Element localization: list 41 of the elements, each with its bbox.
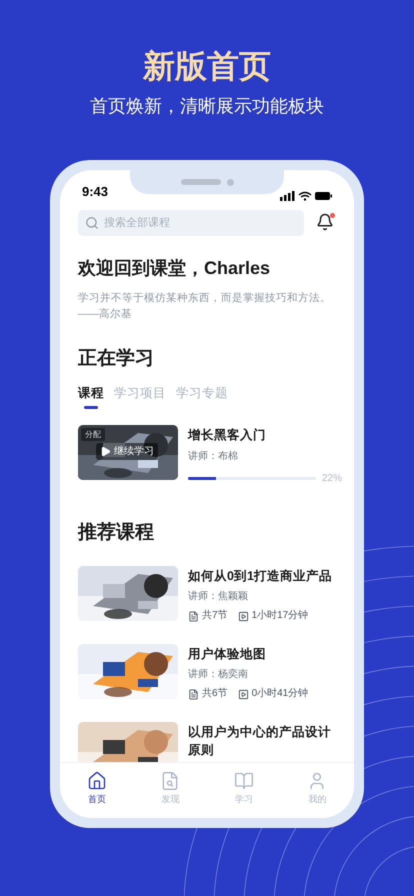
instructor-name: 讲师：布棉: [188, 450, 239, 464]
continue-label: 继续学习: [114, 444, 154, 459]
tab-bar-item[interactable]: 首页: [86, 771, 107, 805]
video-icon: [238, 610, 249, 622]
home-icon: [86, 771, 107, 791]
assigned-tag: 分配: [81, 428, 105, 441]
course-duration: 0小时41分钟: [252, 687, 308, 701]
lessons-icon: [188, 688, 199, 700]
welcome-title: 欢迎回到课堂，Charles: [78, 257, 272, 280]
continue-learning-button[interactable]: 继续学习: [96, 443, 158, 460]
course-title: 增长黑客入门: [188, 427, 267, 444]
progress-percent: 22%: [322, 472, 342, 486]
search-field[interactable]: 搜索全部课程: [78, 210, 304, 236]
course-title: 用户体验地图: [188, 646, 267, 663]
page-subtitle: 首页焕新，清晰展示功能板块: [90, 95, 324, 118]
search-input[interactable]: 搜索全部课程: [104, 214, 297, 232]
search-icon: [85, 216, 99, 230]
course-title: 以用户为中心的产品设计原则: [188, 724, 332, 759]
page-title: 新版首页: [143, 47, 271, 86]
video-icon: [238, 688, 249, 700]
search-icon: [160, 771, 180, 791]
quote-text: 学习并不等于模仿某种东西，而是掌握技巧和方法。: [78, 291, 332, 306]
status-icons: [280, 191, 332, 201]
play-icon: [100, 446, 111, 457]
course-card[interactable]: 用户体验地图 讲师：杨奕南 共6节 0小时41分钟: [78, 644, 342, 701]
course-duration: 1小时17分钟: [252, 609, 308, 623]
course-title: 如何从0到1打造商业产品: [188, 568, 333, 585]
lessons-icon: [188, 610, 199, 622]
category-tab[interactable]: 课程: [78, 384, 104, 409]
section-title: 正在学习: [78, 347, 155, 371]
section-title: 推荐课程: [78, 521, 155, 545]
book-icon: [234, 771, 254, 791]
instructor-name: 讲师：焦颖颖: [188, 590, 249, 604]
course-card[interactable]: 以用户为中心的产品设计原则: [78, 722, 342, 762]
course-card[interactable]: 如何从0到1打造商业产品 讲师：焦颖颖 共7节 1小时17分钟: [78, 566, 342, 623]
status-time: 9:43: [82, 182, 108, 200]
instructor-name: 讲师：杨奕南: [188, 668, 249, 682]
notification-bell-icon[interactable]: [316, 213, 334, 231]
lesson-count: 共7节: [202, 609, 228, 623]
lesson-count: 共6节: [202, 687, 228, 701]
quote-author: ——高尔基: [78, 307, 133, 322]
